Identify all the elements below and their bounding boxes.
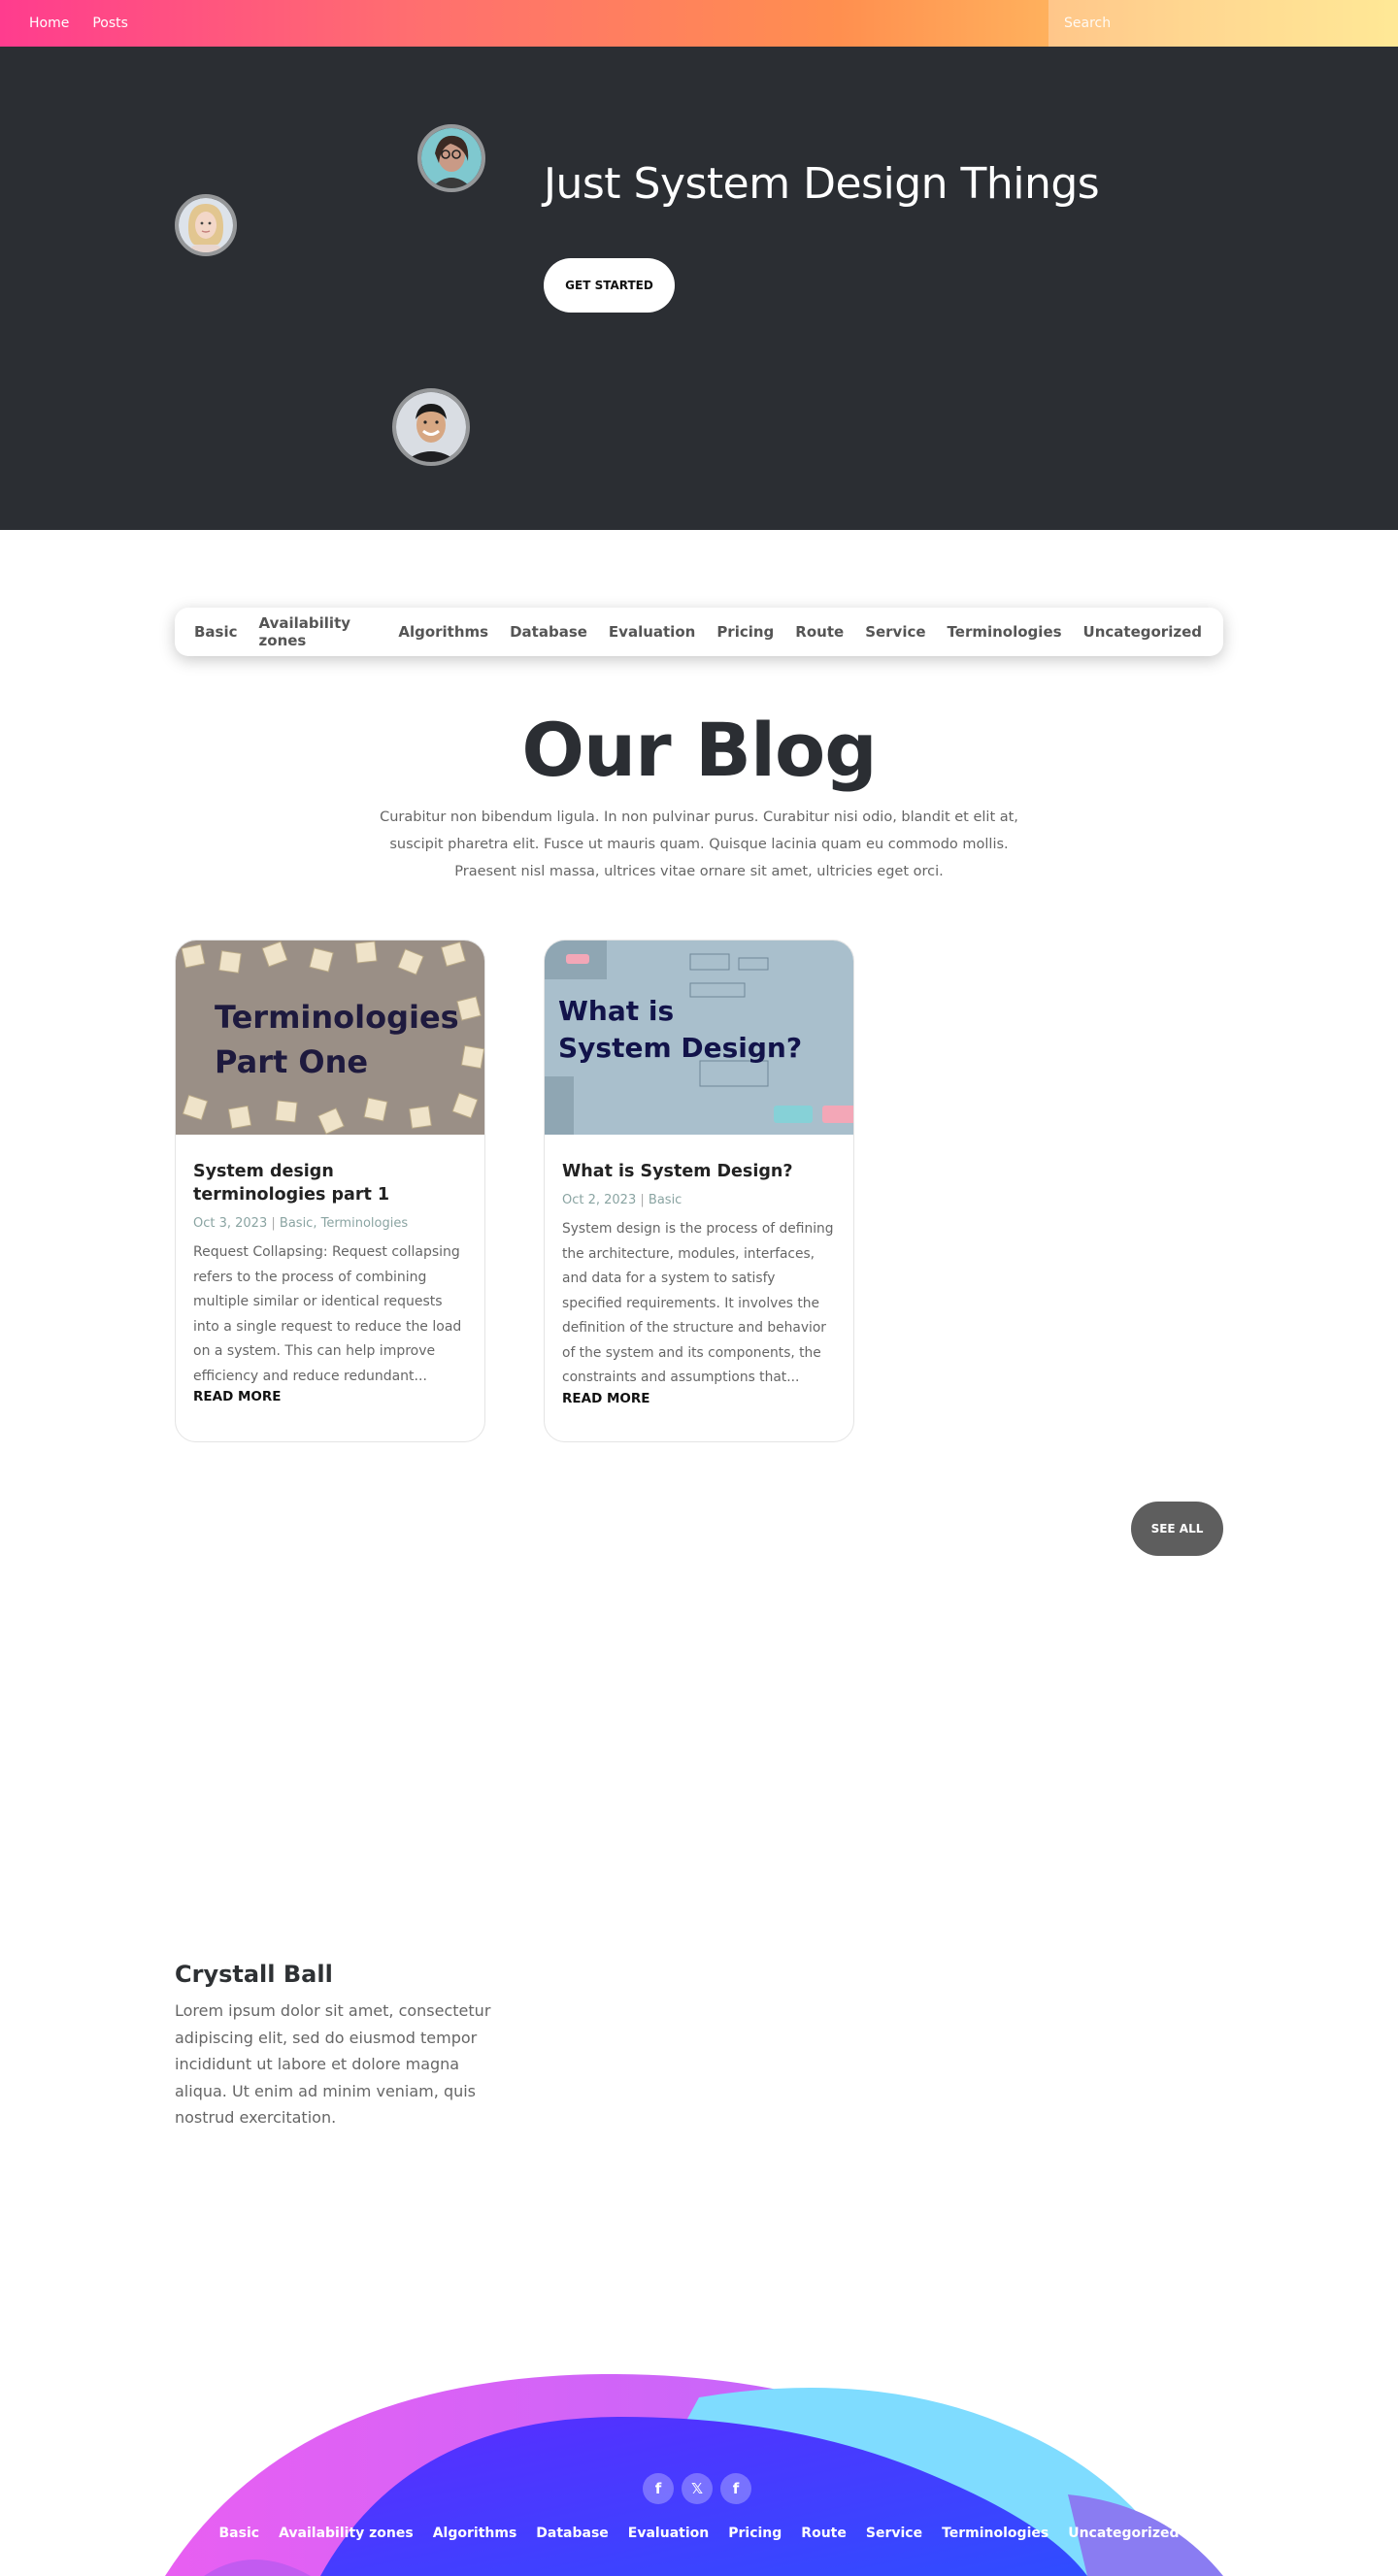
footer-link-database[interactable]: Database xyxy=(536,2526,609,2541)
footer-link-basic[interactable]: Basic xyxy=(219,2526,260,2541)
svg-text:System Design?: System Design? xyxy=(558,1032,802,1064)
post-title[interactable]: System design terminologies part 1 xyxy=(193,1160,467,1206)
post-tags[interactable]: Basic xyxy=(649,1193,682,1207)
post-date: Oct 2, 2023 xyxy=(562,1193,637,1207)
top-navigation-bar: Home Posts xyxy=(0,0,1398,47)
facebook-icon[interactable]: f xyxy=(720,2473,751,2504)
post-tags[interactable]: Basic, Terminologies xyxy=(280,1216,408,1231)
read-more-link[interactable]: READ MORE xyxy=(562,1391,836,1406)
post-meta: Oct 2, 2023 | Basic xyxy=(562,1193,682,1207)
category-database[interactable]: Database xyxy=(510,623,587,641)
post-card: Terminologies Part One System design ter… xyxy=(175,940,485,1442)
category-bar: Basic Availability zones Algorithms Data… xyxy=(175,608,1223,656)
post-title[interactable]: What is System Design? xyxy=(562,1160,836,1183)
footer-link-evaluation[interactable]: Evaluation xyxy=(628,2526,709,2541)
footer-link-service[interactable]: Service xyxy=(866,2526,922,2541)
category-algorithms[interactable]: Algorithms xyxy=(398,623,488,641)
crystall-ball-title: Crystall Ball xyxy=(175,1961,333,1988)
avatar-woman-glasses xyxy=(417,124,485,192)
footer-link-algorithms[interactable]: Algorithms xyxy=(433,2526,517,2541)
see-all-button[interactable]: SEE ALL xyxy=(1131,1502,1223,1556)
read-more-link[interactable]: READ MORE xyxy=(193,1389,467,1404)
svg-text:Part One: Part One xyxy=(215,1043,368,1080)
category-service[interactable]: Service xyxy=(865,623,925,641)
footer-link-pricing[interactable]: Pricing xyxy=(728,2526,782,2541)
category-basic[interactable]: Basic xyxy=(194,623,238,641)
post-thumbnail-system-design[interactable]: What is System Design? xyxy=(545,941,854,1135)
category-evaluation[interactable]: Evaluation xyxy=(609,623,695,641)
main-nav: Home Posts xyxy=(29,0,128,47)
category-uncategorized[interactable]: Uncategorized xyxy=(1083,623,1202,641)
footer-link-uncategorized[interactable]: Uncategorized xyxy=(1068,2526,1179,2541)
post-excerpt: System design is the process of defining… xyxy=(562,1221,834,1385)
category-availability-zones[interactable]: Availability zones xyxy=(259,614,378,649)
footer-link-availability-zones[interactable]: Availability zones xyxy=(279,2526,414,2541)
svg-text:Terminologies: Terminologies xyxy=(215,999,459,1036)
nav-home-link[interactable]: Home xyxy=(29,16,69,31)
category-route[interactable]: Route xyxy=(795,623,844,641)
post-date: Oct 3, 2023 xyxy=(193,1216,268,1231)
svg-text:What is: What is xyxy=(558,995,674,1027)
post-excerpt: Request Collapsing: Request collapsing r… xyxy=(193,1244,462,1384)
post-thumbnail-terminologies[interactable]: Terminologies Part One xyxy=(176,941,485,1135)
footer-decorative-blob xyxy=(165,2373,1223,2576)
category-terminologies[interactable]: Terminologies xyxy=(948,623,1062,641)
nav-posts-link[interactable]: Posts xyxy=(92,16,128,31)
search-input[interactable] xyxy=(1048,0,1398,47)
x-twitter-icon[interactable]: 𝕏 xyxy=(682,2473,713,2504)
avatar-blonde-woman xyxy=(175,194,237,256)
facebook-icon[interactable]: f xyxy=(643,2473,674,2504)
get-started-button[interactable]: GET STARTED xyxy=(544,258,675,313)
blog-title: Our Blog xyxy=(521,707,877,793)
hero-section: Just System Design Things GET STARTED xyxy=(0,47,1398,530)
blog-subtitle: Curabitur non bibendum ligula. In non pu… xyxy=(380,809,1018,879)
crystall-ball-text: Lorem ipsum dolor sit amet, consectetur … xyxy=(175,2001,491,2127)
post-card: What is System Design? What is System De… xyxy=(544,940,854,1442)
social-links: f 𝕏 f xyxy=(643,2473,751,2504)
footer-link-route[interactable]: Route xyxy=(801,2526,847,2541)
avatar-smiling-man xyxy=(392,388,470,466)
post-meta: Oct 3, 2023 | Basic, Terminologies xyxy=(193,1216,409,1231)
hero-title: Just System Design Things xyxy=(544,159,1100,209)
footer-nav: Basic Availability zones Algorithms Data… xyxy=(0,2526,1398,2541)
footer-link-terminologies[interactable]: Terminologies xyxy=(942,2526,1048,2541)
category-pricing[interactable]: Pricing xyxy=(716,623,774,641)
